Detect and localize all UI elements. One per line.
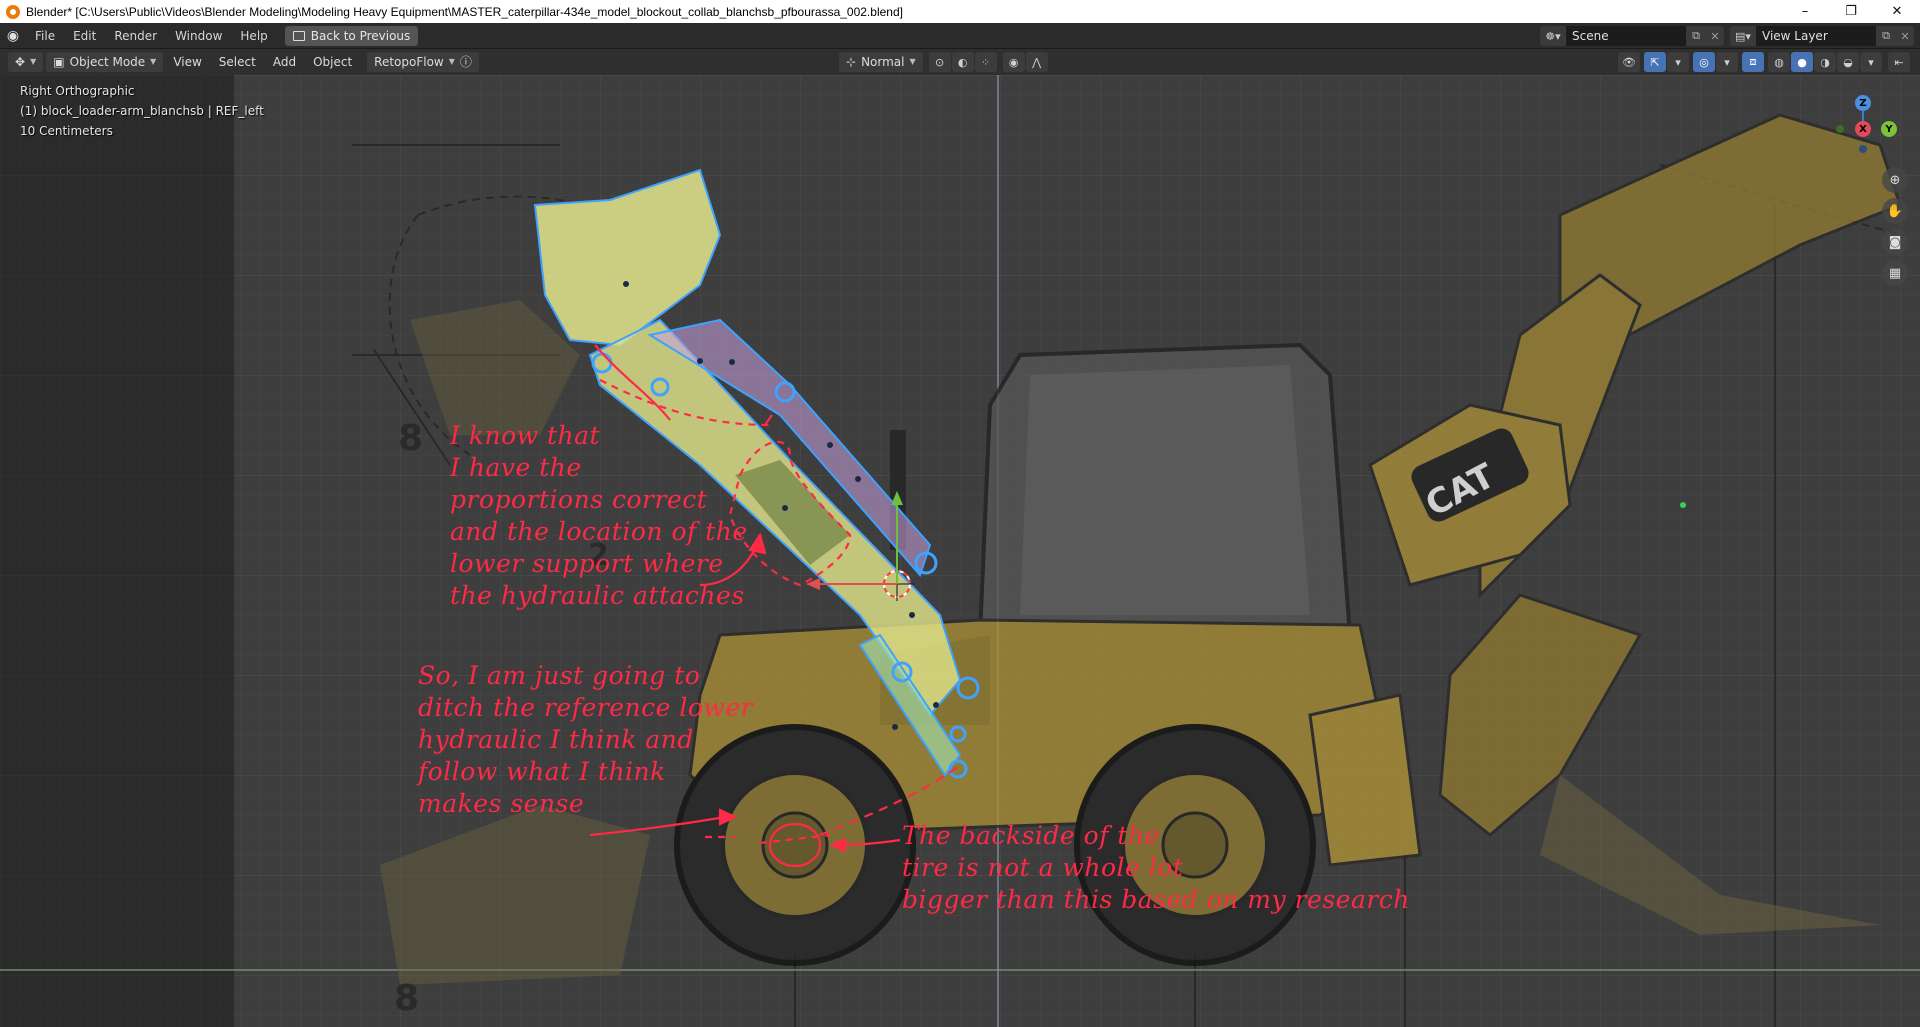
minimize-button[interactable]: – [1782,0,1828,23]
zoom-icon[interactable]: ⊕ [1882,167,1908,193]
grid-scale-label: 10 Centimeters [20,124,113,138]
note1-line: I know that [450,421,601,450]
scene-browse-icon[interactable]: ☸▾ [1540,26,1566,46]
note3-line: The backside of the [902,821,1160,850]
note1-line: I have the [450,453,582,482]
navigation-axis-gizmo[interactable]: Z X Y [1824,75,1914,153]
material-shading-icon[interactable]: ◑ [1814,52,1836,72]
overlay-toggle-icon[interactable]: ◎ [1693,52,1715,72]
axis-neg-z-icon[interactable] [1859,145,1867,153]
menu-help[interactable]: Help [231,26,276,46]
retopoflow-menu[interactable]: RetopoFlow ▼ ⓘ [367,52,479,72]
snap-target-icon[interactable]: ⁘ [974,52,997,72]
menu-add[interactable]: Add [266,52,303,72]
3d-viewport[interactable]: 8 8 2 CAT Right Orthographic (1) block_l… [0,75,1920,1027]
view-layer-browse-icon[interactable]: ▤▾ [1730,26,1756,46]
header-center-tools: ⊹ Normal ▼ ⊙ ◐ ⁘ ◉ ⋀ [836,52,1048,72]
scene-remove-icon[interactable]: ✕ [1706,26,1724,46]
camera-view-icon[interactable]: ◙ [1882,229,1908,255]
editor-type-button[interactable]: ✥ ▼ [8,52,44,72]
back-to-previous-button[interactable]: Back to Previous [284,25,419,46]
menu-render[interactable]: Render [105,26,166,46]
scene-name-field[interactable]: Scene [1566,26,1686,46]
top-menubar: ◉ File Edit Render Window Help Back to P… [0,23,1920,49]
orientation-label: Normal [861,55,905,69]
overlay-dropdown-icon[interactable]: ▾ [1716,52,1738,72]
window-controls: – ❐ ✕ [1782,0,1920,23]
restore-button[interactable]: ❐ [1828,0,1874,23]
note1-line: proportions correct [450,485,708,514]
note2-line: hydraulic I think and [418,725,694,754]
object-mode-icon: ▣ [53,55,65,69]
menubar-right-area: ☸▾ Scene ⧉ ✕ ▤▾ View Layer ⧉ ✕ [1540,23,1920,49]
menu-select[interactable]: Select [212,52,263,72]
editor-type-icon: ✥ [15,55,26,69]
transform-orientation-select[interactable]: ⊹ Normal ▼ [839,52,923,72]
proportional-edit-icon[interactable]: ◉ [1002,52,1025,72]
pivot-point-icon[interactable]: ⊙ [928,52,951,72]
back-to-previous-label: Back to Previous [310,28,411,43]
menu-object[interactable]: Object [306,52,359,72]
visibility-icon[interactable]: 👁 [1618,52,1640,72]
viewport-header: ✥ ▼ ▣ Object Mode ▼ View Select Add Object … [0,49,1920,75]
view-name-label: Right Orthographic [20,84,135,98]
annotation-note-3: The backside of the tire is not a whole … [902,820,1410,916]
mode-select[interactable]: ▣ Object Mode ▼ [46,52,164,72]
window-title: Blender* [C:\Users\Public\Videos\Blender… [26,4,903,19]
blender-logo-icon[interactable]: ◉ [0,23,26,49]
perspective-toggle-icon[interactable]: ▦ [1882,260,1908,286]
help-icon[interactable]: ⓘ [460,52,472,72]
falloff-icon[interactable]: ⋀ [1025,52,1048,72]
xray-toggle-icon[interactable]: ⧈ [1742,52,1764,72]
solid-shading-icon[interactable]: ● [1791,52,1813,72]
annotation-note-2: So, I am just going to ditch the referen… [418,660,753,820]
retopoflow-label: RetopoFlow [374,55,444,69]
note2-line: So, I am just going to [418,661,701,690]
note1-line: the hydraulic attaches [450,581,745,610]
close-button[interactable]: ✕ [1874,0,1920,23]
axis-y-icon[interactable]: Y [1881,121,1897,137]
orientation-icon: ⊹ [846,55,857,69]
note1-line: lower support where [450,549,724,578]
view-layer-selector: ▤▾ View Layer ⧉ ✕ [1730,26,1914,46]
axis-x-icon[interactable]: X [1855,121,1871,137]
wireframe-shading-icon[interactable]: ◍ [1768,52,1790,72]
view-layer-new-icon[interactable]: ⧉ [1876,26,1896,46]
view-layer-remove-icon[interactable]: ✕ [1896,26,1914,46]
shading-dropdown-icon[interactable]: ▾ [1860,52,1882,72]
reference-number-8-bottom: 8 [394,978,419,1019]
menu-window[interactable]: Window [166,26,231,46]
annotation-note-1: I know that I have the proportions corre… [450,420,748,612]
note2-line: makes sense [418,789,585,818]
note3-line: tire is not a whole lot [902,853,1184,882]
menu-edit[interactable]: Edit [64,26,105,46]
blender-app-icon [6,4,20,19]
empty-object-marker[interactable] [1680,502,1686,508]
header-right-tools: 👁 ⇱ ▾ ◎ ▾ ⧈ ◍ ● ◑ ◒ ▾ ⇤ [1617,52,1910,72]
menu-view[interactable]: View [166,52,208,72]
view-layer-name-field[interactable]: View Layer [1756,26,1876,46]
window-titlebar: Blender* [C:\Users\Public\Videos\Blender… [0,0,1920,23]
note2-line: follow what I think [418,757,666,786]
mode-label: Object Mode [69,55,146,69]
scene-new-icon[interactable]: ⧉ [1686,26,1706,46]
axis-neg-y-icon[interactable] [1836,125,1844,133]
gizmo-toggle-icon[interactable]: ⇱ [1644,52,1666,72]
note1-line: and the location of the [450,517,748,546]
axis-z-icon[interactable]: Z [1855,95,1871,111]
note3-line: bigger than this based on my research [902,885,1410,914]
menu-file[interactable]: File [26,26,64,46]
screen-icon [292,30,305,41]
pan-hand-icon[interactable]: ✋ [1882,198,1908,224]
active-object-label: (1) block_loader-arm_blanchsb | REF_left [20,104,264,118]
rendered-shading-icon[interactable]: ◒ [1837,52,1859,72]
gizmo-dropdown-icon[interactable]: ▾ [1667,52,1689,72]
note2-line: ditch the reference lower [418,693,754,722]
snap-toggle-icon[interactable]: ◐ [951,52,974,72]
scene-selector: ☸▾ Scene ⧉ ✕ [1540,26,1724,46]
sidebar-toggle-icon[interactable]: ⇤ [1888,52,1910,72]
reference-number-8-top: 8 [398,418,423,459]
